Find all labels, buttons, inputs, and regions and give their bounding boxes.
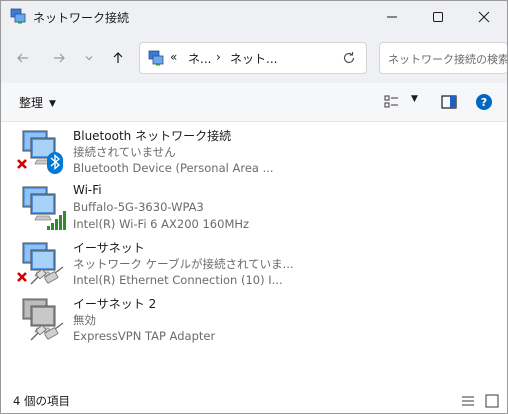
item-count: 4 個の項目 (13, 394, 70, 408)
details-view-icon[interactable] (461, 395, 475, 407)
list-item[interactable]: イーサネット 2 無効 ExpressVPN TAP Adapter (13, 292, 313, 346)
maximize-button[interactable] (415, 1, 461, 33)
refresh-icon (343, 52, 355, 63)
ethernet-network-icon (17, 242, 64, 285)
network-connections-icon (148, 50, 164, 66)
connection-status: 接続されていません (73, 145, 176, 159)
close-icon (478, 11, 490, 23)
back-button[interactable] (12, 47, 34, 69)
connection-device: Intel(R) Wi-Fi 6 AX200 160MHz (73, 217, 250, 231)
search-placeholder: ネットワーク接続の検索 (388, 53, 508, 66)
connection-name: Wi-Fi (73, 183, 102, 197)
arrow-right-icon (54, 53, 65, 63)
connection-name: Bluetooth ネットワーク接続 (73, 129, 232, 143)
connection-status: ネットワーク ケーブルが接続されていま... (73, 257, 294, 271)
title-bar: ネットワーク接続 (1, 1, 507, 33)
list-item[interactable]: Wi-Fi Buffalo-5G-3630-WPA3 Intel(R) Wi-F… (13, 180, 313, 234)
connection-status: 無効 (73, 313, 96, 327)
search-input[interactable]: ネットワーク接続の検索 (379, 42, 508, 74)
organize-menu-button[interactable]: 整理 ▼ (19, 94, 56, 111)
network-connections-icon (10, 8, 26, 24)
window-title: ネットワーク接続 (33, 11, 130, 25)
bluetooth-network-icon (17, 130, 63, 174)
breadcrumb-overflow[interactable]: « (170, 50, 177, 64)
connection-device: ExpressVPN TAP Adapter (73, 329, 216, 343)
window: ネットワーク接続 « ネ... › ネット... ネットワーク接続の検索 整理 … (0, 0, 508, 414)
file-list: Bluetooth ネットワーク接続 接続されていません Bluetooth D… (1, 122, 507, 384)
caret-down-icon: ▼ (49, 99, 56, 109)
up-button[interactable] (107, 47, 129, 69)
minimize-button[interactable] (369, 1, 415, 33)
status-bar: 4 個の項目 (1, 384, 507, 413)
view-options-icon[interactable] (384, 95, 400, 109)
ethernet-disabled-icon (22, 298, 64, 341)
list-item[interactable]: イーサネット ネットワーク ケーブルが接続されていま... Intel(R) E… (13, 236, 313, 290)
connection-device: Bluetooth Device (Personal Area ... (73, 161, 274, 175)
minimize-icon (387, 16, 397, 18)
connection-status: Buffalo-5G-3630-WPA3 (73, 200, 204, 214)
chevron-down-icon (85, 56, 93, 61)
svg-text:?: ? (481, 96, 487, 109)
breadcrumb-item[interactable]: ネット... (230, 50, 277, 67)
wifi-network-icon (22, 186, 66, 230)
recent-locations-button[interactable] (78, 47, 100, 69)
organize-label: 整理 (19, 96, 44, 110)
command-bar: 整理 ▼ ▼ ? (1, 83, 507, 122)
refresh-button[interactable] (340, 49, 358, 67)
preview-pane-icon[interactable] (441, 95, 457, 109)
connection-device: Intel(R) Ethernet Connection (10) I... (73, 273, 283, 287)
breadcrumb-separator[interactable]: › (216, 50, 221, 64)
breadcrumb-item[interactable]: ネ... (188, 50, 211, 67)
connection-name: イーサネット (73, 241, 145, 255)
list-item[interactable]: Bluetooth ネットワーク接続 接続されていません Bluetooth D… (13, 124, 313, 178)
forward-button[interactable] (48, 47, 70, 69)
navigation-bar: « ネ... › ネット... ネットワーク接続の検索 (1, 33, 507, 83)
address-bar[interactable]: « ネ... › ネット... (139, 42, 367, 74)
close-button[interactable] (461, 1, 507, 33)
maximize-icon (433, 12, 443, 22)
arrow-up-icon (113, 52, 123, 63)
connection-name: イーサネット 2 (73, 297, 157, 311)
arrow-left-icon (17, 53, 28, 63)
help-icon[interactable]: ? (475, 93, 493, 111)
large-icons-view-icon[interactable] (485, 394, 499, 408)
view-dropdown-icon[interactable]: ▼ (411, 94, 418, 104)
